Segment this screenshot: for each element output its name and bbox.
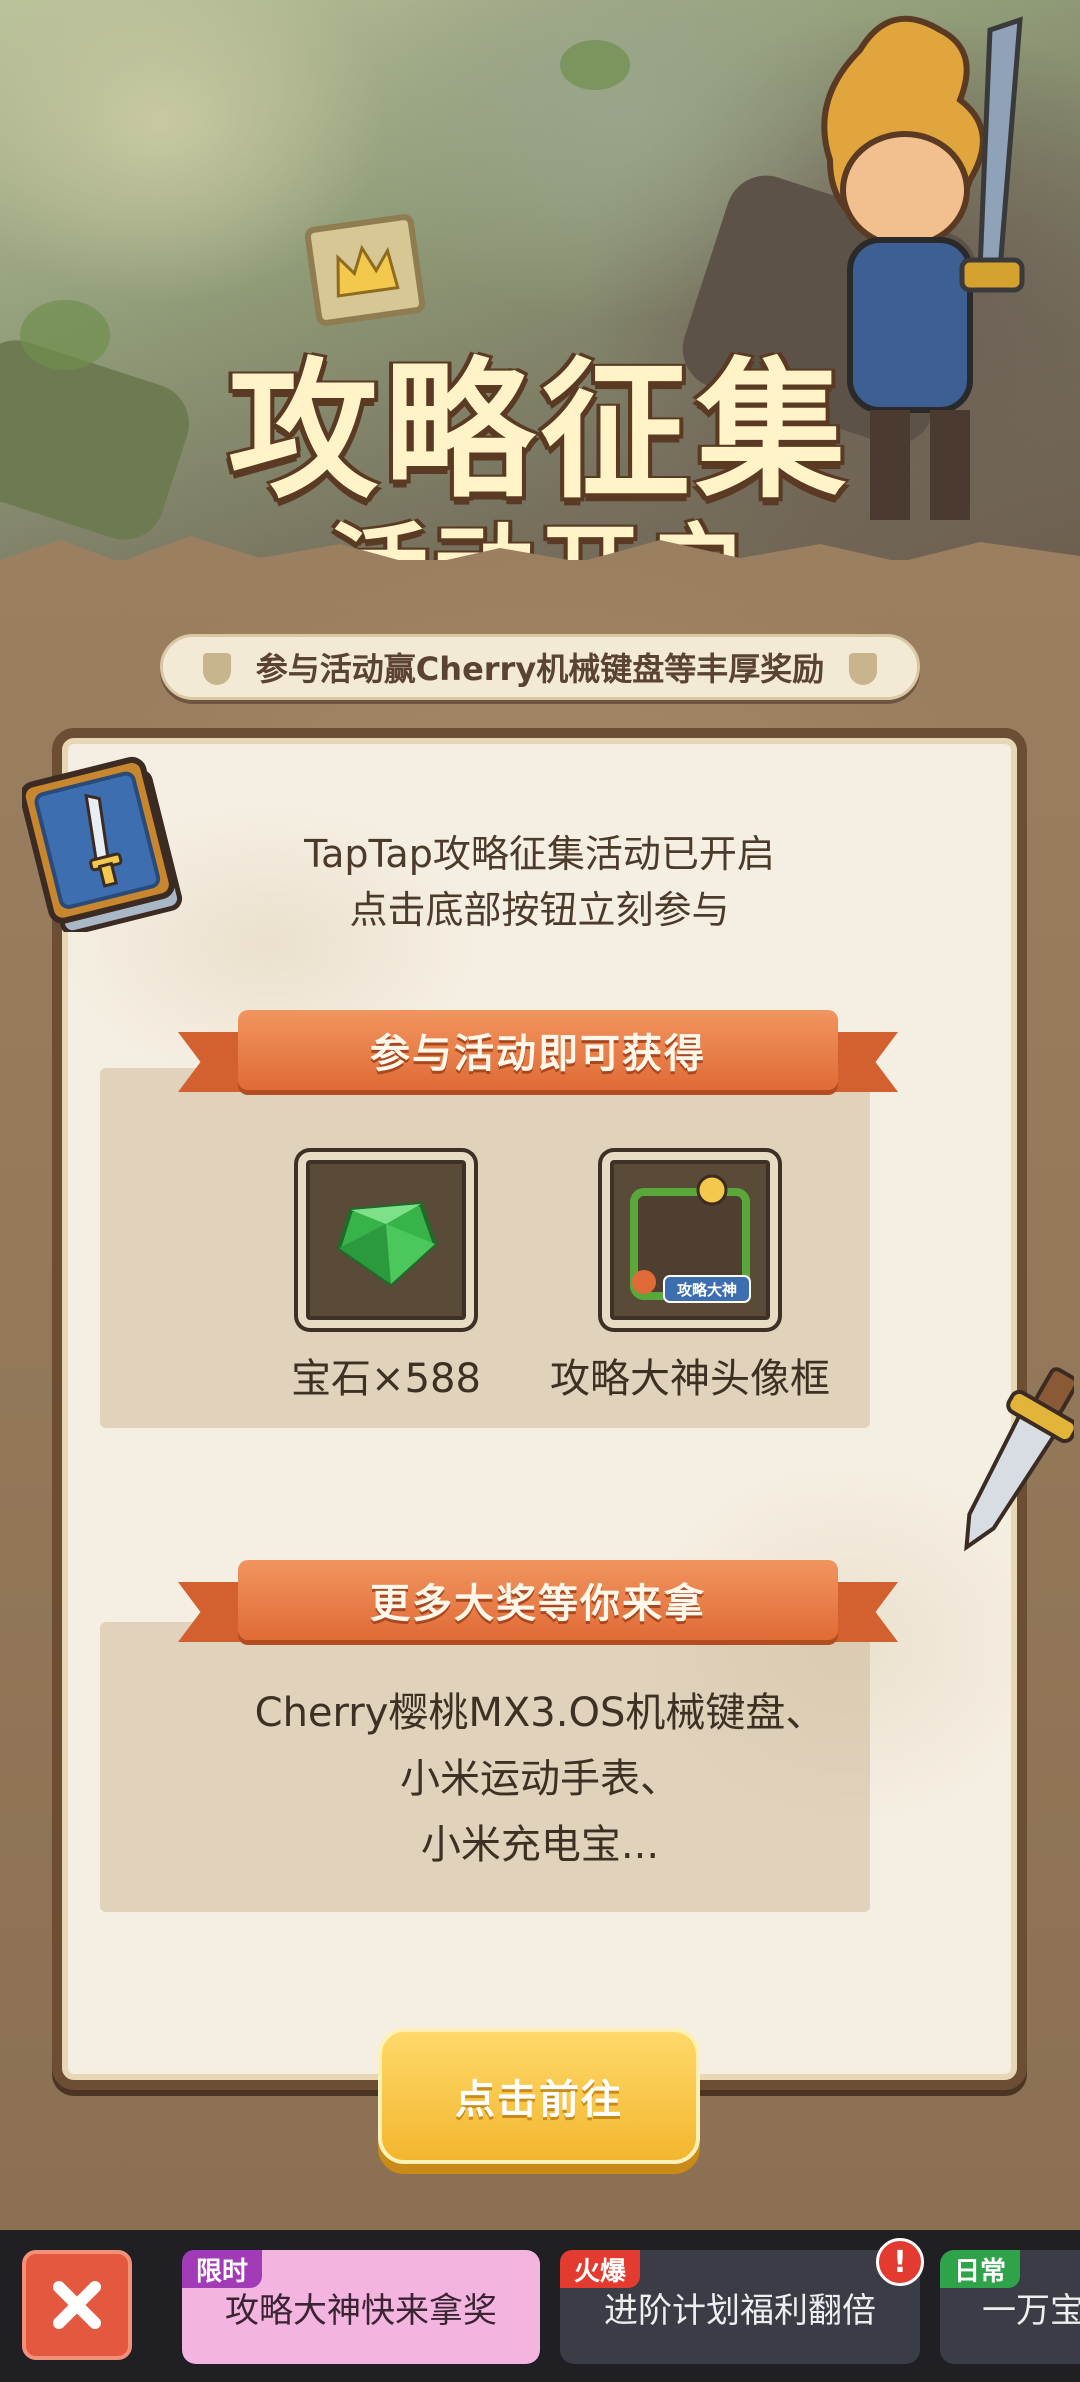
prizes-list: Cherry樱桃MX3.OS机械键盘、 小米运动手表、 小米充电宝... [0, 1680, 1080, 1878]
go-button[interactable]: 点击前往 [378, 2028, 700, 2164]
reward-item: 宝石×588 [236, 1152, 536, 1404]
shield-icon [849, 653, 877, 685]
guide-book-icon [22, 756, 183, 932]
section-ribbon-prizes: 更多大奖等你来拿 [178, 1560, 898, 1644]
prize-item: 小米运动手表、 [400, 1756, 680, 1802]
tagline-text: 参与活动赢Cherry机械键盘等丰厚奖励 [255, 650, 825, 688]
tab-tag: 日常 [940, 2250, 1021, 2288]
close-button[interactable] [22, 2250, 132, 2360]
reward-tagline: 参与活动赢Cherry机械键盘等丰厚奖励 [160, 634, 920, 700]
section-title-rewards: 参与活动即可获得 [238, 1010, 838, 1090]
hero-banner: 攻略征集 活动开启 [0, 0, 1080, 560]
sword-decoration [964, 1367, 1074, 1552]
intro-text: TapTap攻略征集活动已开启 点击底部按钮立刻参与 [68, 826, 1011, 938]
tab-label: 一万宝 [982, 2290, 1080, 2331]
reward-item: 攻略大神 攻略大神头像框 [540, 1152, 840, 1404]
section-title-prizes: 更多大奖等你来拿 [238, 1560, 838, 1640]
crown-icon [336, 244, 400, 298]
tab-hot-event[interactable]: 火爆 进阶计划福利翻倍 [560, 2250, 920, 2364]
tab-limited-event[interactable]: 限时 攻略大神快来拿奖 [182, 2250, 540, 2364]
torn-edge [0, 536, 1080, 560]
tab-label: 攻略大神快来拿奖 [225, 2290, 497, 2331]
background-leaf [560, 40, 630, 90]
gem-icon [336, 1201, 438, 1287]
reward-name: 攻略大神头像框 [550, 1356, 830, 1402]
prize-item: Cherry樱桃MX3.OS机械键盘、 [254, 1690, 826, 1736]
intro-line-2: 点击底部按钮立刻参与 [349, 888, 730, 932]
close-icon [53, 2281, 101, 2329]
tab-daily-event[interactable]: 日常 一万宝 [940, 2250, 1080, 2364]
avatar-frame-label: 攻略大神 [677, 1281, 737, 1299]
shield-icon [203, 653, 231, 685]
alert-badge: ! [876, 2238, 924, 2286]
tab-tag: 火爆 [560, 2250, 641, 2288]
prize-item: 小米充电宝... [420, 1822, 660, 1868]
tab-tag: 限时 [182, 2250, 263, 2288]
reward-frame: 攻略大神 [602, 1152, 778, 1328]
intro-line-1: TapTap攻略征集活动已开启 [304, 832, 775, 876]
section-ribbon-rewards: 参与活动即可获得 [178, 1010, 898, 1094]
reward-frame [298, 1152, 474, 1328]
reward-name: 宝石×588 [291, 1356, 481, 1402]
avatar-frame-icon: 攻略大神 [630, 1174, 751, 1303]
tab-label: 进阶计划福利翻倍 [604, 2290, 876, 2331]
